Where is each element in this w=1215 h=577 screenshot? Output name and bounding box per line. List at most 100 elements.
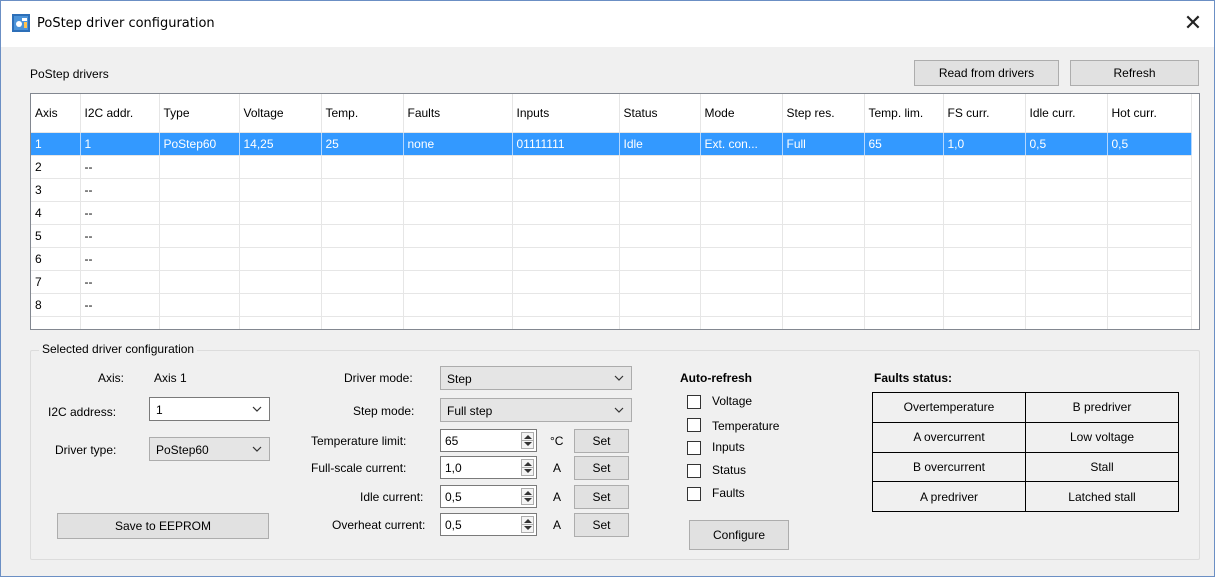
- table-cell: [619, 178, 701, 202]
- table-row[interactable]: 6 --: [31, 247, 1192, 271]
- checkbox-label[interactable]: Status: [712, 463, 746, 477]
- checkbox-label[interactable]: Inputs: [712, 440, 745, 454]
- i2c-address-value: 1: [156, 403, 163, 417]
- faults-status-table: Overtemperature B predriver A overcurrent L…: [872, 392, 1179, 512]
- table-row[interactable]: 1 1 PoStep60 14,25 25 none 01111111 Idle Ext. co…: [31, 132, 1192, 156]
- chevron-down-icon: [252, 406, 262, 412]
- table-cell: [321, 201, 404, 225]
- drivers-section-label: PoStep drivers: [30, 67, 109, 81]
- table-cell: [943, 293, 1026, 317]
- table-cell: --: [80, 155, 160, 179]
- column-header[interactable]: Inputs: [512, 94, 620, 133]
- table-cell: [864, 155, 944, 179]
- table-cell: [782, 293, 865, 317]
- table-cell: [782, 270, 865, 294]
- table-cell: [512, 270, 620, 294]
- driver-type-select[interactable]: PoStep60: [149, 437, 270, 461]
- column-header[interactable]: Type: [159, 94, 240, 133]
- spin-arrows-icon[interactable]: [521, 459, 534, 476]
- table-cell: [159, 293, 240, 317]
- spin-arrows-icon[interactable]: [521, 432, 534, 449]
- checkbox-faults[interactable]: [687, 487, 701, 501]
- column-header[interactable]: Step res.: [782, 94, 865, 133]
- set-idle-current-button[interactable]: Set: [574, 485, 629, 509]
- set-overheat-current-button[interactable]: Set: [574, 513, 629, 537]
- checkbox-label[interactable]: Faults: [712, 486, 745, 500]
- table-cell: [239, 316, 322, 329]
- set-full-scale-current-button[interactable]: Set: [574, 456, 629, 480]
- axis-label: Axis:: [98, 371, 125, 385]
- table-cell: [943, 247, 1026, 271]
- fault-indicator: B overcurrent: [872, 451, 1026, 483]
- table-cell: [321, 224, 404, 248]
- read-from-drivers-button[interactable]: Read from drivers: [914, 60, 1059, 86]
- checkbox-temperature[interactable]: [687, 418, 701, 432]
- column-header[interactable]: Temp. lim.: [864, 94, 944, 133]
- column-header[interactable]: Mode: [700, 94, 783, 133]
- app-icon: [12, 14, 30, 32]
- table-cell: [239, 247, 322, 271]
- checkbox-inputs[interactable]: [687, 441, 701, 455]
- table-cell: [700, 316, 783, 329]
- table-row[interactable]: 8 --: [31, 293, 1192, 317]
- table-row[interactable]: 4 --: [31, 201, 1192, 225]
- column-header[interactable]: Idle curr.: [1025, 94, 1108, 133]
- table-cell: --: [80, 293, 160, 317]
- fault-indicator: Overtemperature: [872, 392, 1026, 423]
- driver-mode-select[interactable]: Step: [440, 366, 632, 390]
- table-row[interactable]: 7 --: [31, 270, 1192, 294]
- overheat-current-spinner[interactable]: 0,5: [440, 513, 537, 536]
- checkbox-label[interactable]: Temperature: [712, 419, 779, 433]
- drivers-grid[interactable]: Axis I2C addr. Type Voltage Temp. Faults Input…: [30, 93, 1200, 330]
- column-header[interactable]: Axis: [31, 94, 81, 133]
- idle-current-label: Idle current:: [360, 490, 424, 504]
- table-cell: [512, 178, 620, 202]
- table-cell: [864, 178, 944, 202]
- column-header[interactable]: Temp.: [321, 94, 404, 133]
- idle-current-spinner[interactable]: 0,5: [440, 485, 537, 508]
- table-cell: [403, 155, 513, 179]
- table-cell: [403, 224, 513, 248]
- close-icon[interactable]: ✕: [1178, 10, 1208, 38]
- table-cell: [864, 201, 944, 225]
- fault-indicator: B predriver: [1025, 392, 1179, 423]
- table-cell: [403, 247, 513, 271]
- grid-header-row: Axis I2C addr. Type Voltage Temp. Faults Input…: [31, 94, 1192, 133]
- column-header[interactable]: I2C addr.: [80, 94, 160, 133]
- temperature-limit-spinner[interactable]: 65: [440, 429, 537, 452]
- column-header[interactable]: Faults: [403, 94, 513, 133]
- refresh-button[interactable]: Refresh: [1070, 60, 1199, 86]
- full-scale-current-spinner[interactable]: 1,0: [440, 456, 537, 479]
- table-cell: 5: [31, 224, 81, 248]
- set-temperature-button[interactable]: Set: [574, 429, 629, 453]
- i2c-address-select[interactable]: 1: [149, 397, 270, 421]
- column-header[interactable]: Voltage: [239, 94, 322, 133]
- step-mode-select[interactable]: Full step: [440, 398, 632, 422]
- table-cell: [512, 316, 620, 329]
- table-cell: [239, 178, 322, 202]
- table-cell: 8: [31, 293, 81, 317]
- spin-arrows-icon[interactable]: [521, 516, 534, 533]
- idle-current-value: 0,5: [445, 490, 462, 504]
- column-header[interactable]: Hot curr.: [1107, 94, 1192, 133]
- spin-arrows-icon[interactable]: [521, 488, 534, 505]
- table-row[interactable]: 2 --: [31, 155, 1192, 179]
- table-cell: [512, 201, 620, 225]
- table-cell: [1107, 270, 1192, 294]
- column-header[interactable]: FS curr.: [943, 94, 1026, 133]
- table-cell: [1107, 201, 1192, 225]
- save-to-eeprom-button[interactable]: Save to EEPROM: [57, 513, 269, 539]
- table-cell: [864, 224, 944, 248]
- configure-button[interactable]: Configure: [689, 520, 789, 550]
- table-cell: [782, 178, 865, 202]
- checkbox-status[interactable]: [687, 464, 701, 478]
- table-row[interactable]: 5 --: [31, 224, 1192, 248]
- checkbox-label[interactable]: Voltage: [712, 394, 752, 408]
- column-header[interactable]: Status: [619, 94, 701, 133]
- table-row[interactable]: 3 --: [31, 178, 1192, 202]
- table-cell: 0,5: [1107, 132, 1192, 156]
- checkbox-voltage[interactable]: [687, 395, 701, 409]
- full-scale-current-value: 1,0: [445, 461, 462, 475]
- table-cell: [619, 224, 701, 248]
- empty-row: [31, 316, 1192, 329]
